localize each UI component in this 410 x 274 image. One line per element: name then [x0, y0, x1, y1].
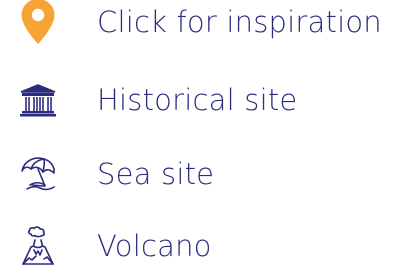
legend-item-volcano: Volcano [0, 218, 410, 274]
beach-umbrella-icon [16, 152, 60, 196]
inspiration-label: Click for inspiration [97, 4, 382, 39]
inspiration-link[interactable]: Click for inspiration [0, 0, 410, 50]
legend-item-sea-site: Sea site [0, 146, 410, 202]
map-pin-icon [16, 0, 60, 44]
temple-icon [16, 78, 60, 122]
sea-site-label: Sea site [97, 156, 215, 191]
map-legend: Click for inspiration Historical site Se… [0, 0, 410, 274]
volcano-icon [16, 224, 60, 268]
volcano-label: Volcano [97, 228, 212, 263]
historical-site-label: Historical site [97, 82, 298, 117]
legend-item-historical-site: Historical site [0, 72, 410, 128]
